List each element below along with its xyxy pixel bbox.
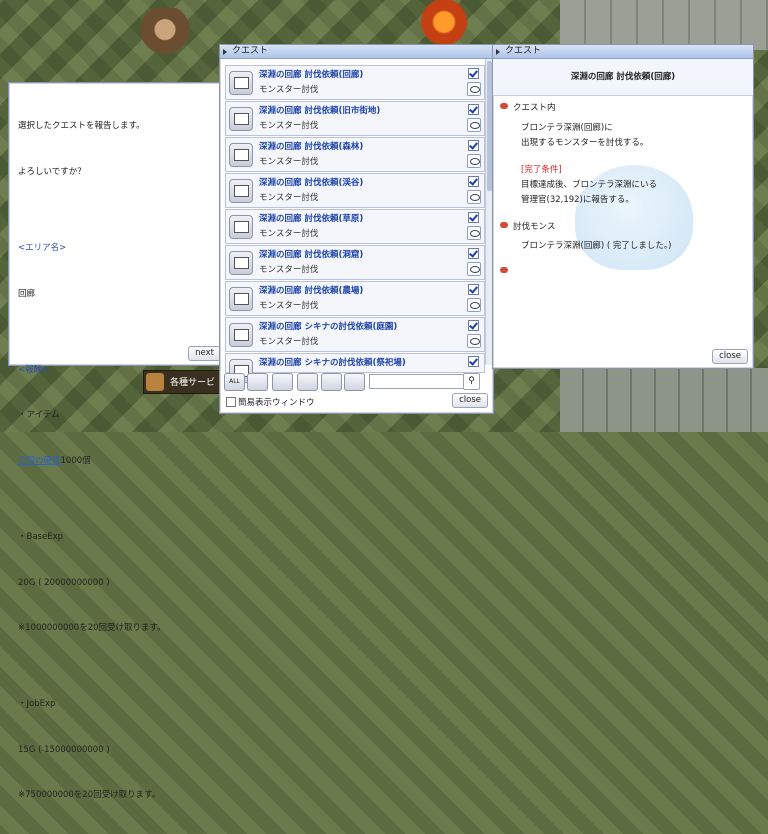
section-monster-label: 討伐モンス [513,222,556,232]
quest-subtitle: モンスター討伐 [259,229,319,239]
quest-subtitle: モンスター討伐 [259,85,319,95]
quest-row[interactable]: 深淵の回廊 シキナの討伐依頼(祭祀場) [225,353,485,383]
quest-type-icon [229,287,253,311]
quest-title: 深淵の回廊 討伐依頼(回廊) [259,70,364,80]
bullet-icon [500,103,508,109]
reward-label: <報酬> [18,364,50,375]
quest-type-icon [229,71,253,95]
quest-row[interactable]: 深淵の回廊 討伐依頼(洞窟) モンスター討伐 [225,245,485,280]
npc-character [140,8,190,80]
eye-icon[interactable] [467,334,481,348]
quest-list-close-button[interactable]: close [452,393,488,408]
quest-checkbox[interactable] [468,212,479,223]
eye-icon[interactable] [467,226,481,240]
dialog-line: ※1000000000を20回受け取ります。 [18,623,166,634]
quest-checkbox[interactable] [468,68,479,79]
section-quest-label: クエスト内 [513,103,556,113]
quest-type-icon [229,251,253,275]
quest-checkbox[interactable] [468,104,479,115]
quest-row[interactable]: 深淵の回廊 討伐依頼(旧市街地) モンスター討伐 [225,101,485,136]
quest-title: 深淵の回廊 討伐依頼(旧市街地) [259,106,381,116]
quest-subtitle: モンスター討伐 [259,157,319,167]
filter-all-button[interactable]: ALL [224,373,245,391]
eye-icon[interactable] [467,190,481,204]
area-label: <エリア名> [18,243,67,254]
area-value: 回廊 [18,288,36,299]
complete-condition-label: [完了条件] [521,165,562,175]
quest-checkbox[interactable] [468,248,479,259]
dialog-line: ※750000000を20回受け取ります。 [18,790,161,801]
quest-checkbox[interactable] [468,356,479,367]
reward-item-count: 1000個 [60,455,91,466]
quest-type-icon [229,143,253,167]
bullet-icon [500,267,508,273]
quest-checkbox[interactable] [468,320,479,331]
dialog-line: 選択したクエストを報告します。 [18,121,145,132]
quest-detail-close-button[interactable]: close [712,349,748,364]
fire-effect [414,0,474,44]
quest-detail-window: クエスト 深淵の回廊 討伐依頼(回廊) クエスト内 ブロンテラ深淵(回廊)に 出… [492,44,754,369]
quest-row[interactable]: 深淵の回廊 討伐依頼(森林) モンスター討伐 [225,137,485,172]
monster-status: ブロンテラ深淵(回廊) ( 完了しました。) [521,241,672,251]
quest-type-icon [229,215,253,239]
quest-detail-name: 深淵の回廊 討伐依頼(回廊) [493,59,753,96]
quest-report-dialog: 選択したクエストを報告します。 よろしいですか？ <エリア名> 回廊 <報酬> … [8,82,226,800]
dialog-line: ・BaseExp [18,531,63,542]
quest-subtitle: モンスター討伐 [259,337,319,347]
quest-row[interactable]: 深淵の回廊 討伐依頼(回廊) モンスター討伐 [225,65,485,100]
quest-row[interactable]: 深淵の回廊 討伐依頼(農場) モンスター討伐 [225,281,485,316]
quest-title: 深淵の回廊 討伐依頼(草原) [259,214,364,224]
quest-row[interactable]: 深淵の回廊 シキナの討伐依頼(庭園) モンスター討伐 [225,317,485,352]
quest-list-window: クエスト 深淵の回廊 討伐依頼(回廊) モンスター討伐 深淵の回廊 討伐依頼(旧市街… [219,44,494,414]
next-button[interactable]: next [188,346,221,361]
dialog-line: ・アイテム [18,410,60,421]
quest-checkbox[interactable] [468,284,479,295]
complete-condition: 目標達成後、ブロンテラ深淵にいる 管理官(32,192)に報告する。 [521,180,658,205]
quest-subtitle: モンスター討伐 [259,301,319,311]
quest-checkbox[interactable] [468,176,479,187]
reward-item-link[interactable]: 亡国の硬貨 [18,456,61,466]
filter-button-5[interactable] [321,373,342,391]
dialog-text: 選択したクエストを報告します。 よろしいですか？ <エリア名> 回廊 <報酬> … [18,89,218,834]
filter-button-4[interactable] [297,373,318,391]
quest-title: 深淵の回廊 討伐依頼(森林) [259,142,364,152]
quest-title: 深淵の回廊 シキナの討伐依頼(祭祀場) [259,358,406,368]
quest-subtitle: モンスター討伐 [259,193,319,203]
eye-icon[interactable] [467,262,481,276]
quest-search-input[interactable] [369,374,467,389]
filter-button-6[interactable] [344,373,365,391]
quest-title: 深淵の回廊 討伐依頼(農場) [259,286,364,296]
quest-subtitle: モンスター討伐 [259,265,319,275]
stone-path-bottom [560,368,768,432]
eye-icon[interactable] [467,298,481,312]
quest-type-icon [229,323,253,347]
quest-description: ブロンテラ深淵(回廊)に 出現するモンスターを討伐する。 [521,123,649,148]
quest-subtitle: モンスター討伐 [259,121,319,131]
dialog-line: 20G ( 20000000000 ) [18,577,110,588]
simple-window-checkbox[interactable] [226,397,236,407]
filter-button-3[interactable] [272,373,293,391]
quest-list-titlebar[interactable]: クエスト [220,45,493,59]
bullet-icon [500,222,508,228]
quest-title: 深淵の回廊 討伐依頼(渓谷) [259,178,364,188]
dialog-line: ・JobExp [18,699,56,710]
simple-window-label: 簡易表示ウィンドウ [238,398,315,408]
search-icon[interactable]: ⚲ [463,373,480,390]
reward-item-line: 亡国の硬貨1000個 [18,454,218,469]
quest-title: 深淵の回廊 討伐依頼(洞窟) [259,250,364,260]
quest-checkbox[interactable] [468,140,479,151]
eye-icon[interactable] [467,118,481,132]
quest-detail-titlebar[interactable]: クエスト [493,45,753,59]
quest-title: 深淵の回廊 シキナの討伐依頼(庭園) [259,322,398,332]
filter-button-2[interactable] [247,373,268,391]
quest-type-icon [229,107,253,131]
eye-icon[interactable] [467,82,481,96]
dialog-line: 15G ( 15000000000 ) [18,744,110,755]
quest-type-icon [229,179,253,203]
quest-row[interactable]: 深淵の回廊 討伐依頼(草原) モンスター討伐 [225,209,485,244]
dialog-line: よろしいですか？ [18,167,86,178]
stone-path [560,0,768,50]
quest-row[interactable]: 深淵の回廊 討伐依頼(渓谷) モンスター討伐 [225,173,485,208]
eye-icon[interactable] [467,154,481,168]
